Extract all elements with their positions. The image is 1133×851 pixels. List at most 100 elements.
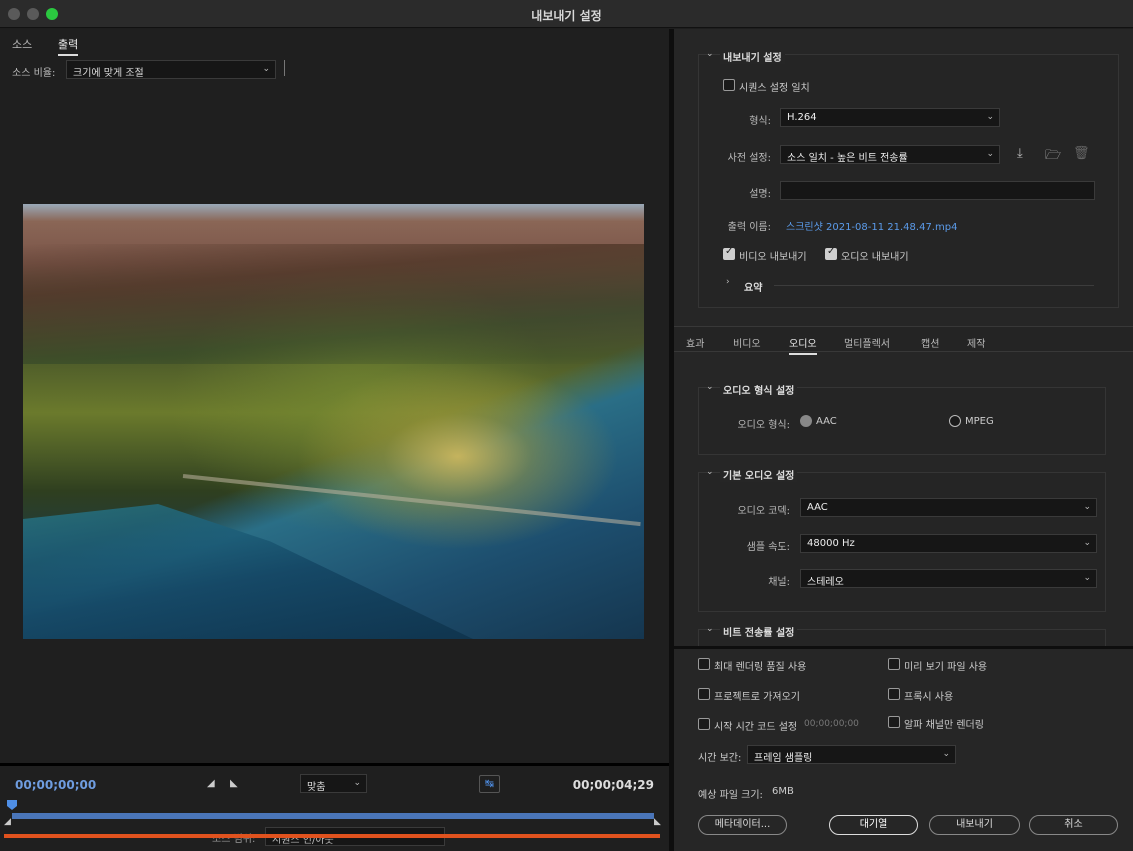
max-render-quality-label: 최대 렌더링 품질 사용: [714, 662, 807, 673]
out-point-handle[interactable]: ◣: [654, 817, 661, 827]
export-button[interactable]: 내보내기: [929, 815, 1020, 835]
chevron-down-icon[interactable]: ⌄: [706, 49, 714, 59]
tab-publish[interactable]: 제작: [967, 335, 985, 350]
output-name-link[interactable]: 스크린샷 2021-08-11 21.48.47.mp4: [786, 218, 957, 233]
tab-video[interactable]: 비디오: [733, 335, 761, 350]
channels-label: 채널:: [768, 577, 790, 588]
aac-radio[interactable]: [800, 415, 812, 427]
summary-label[interactable]: 요약: [744, 279, 762, 294]
estimated-size-label: 예상 파일 크기:: [698, 790, 763, 801]
settings-panel: ⌄ 내보내기 설정 시퀀스 설정 일치 형식: H.264 ⌄ 사전 설정: 소…: [674, 29, 1133, 851]
tab-multiplexer[interactable]: 멀티플렉서: [844, 335, 890, 350]
window-titlebar: 내보내기 설정: [0, 0, 1133, 28]
comments-input[interactable]: [780, 181, 1095, 200]
metadata-button[interactable]: 메타데이터...: [698, 815, 787, 835]
sample-rate-value: 48000 Hz: [807, 538, 855, 549]
export-video-label: 비디오 내보내기: [739, 252, 807, 263]
tab-effects[interactable]: 효과: [686, 335, 704, 350]
tab-captions[interactable]: 캡션: [921, 335, 939, 350]
import-into-project-checkbox[interactable]: [698, 688, 710, 700]
aac-radio-label: AAC: [816, 416, 837, 427]
audio-format-title: 오디오 형식 설정: [720, 382, 798, 397]
chevron-down-icon[interactable]: ⌄: [706, 382, 714, 392]
zoom-fit-select[interactable]: 맞춤 ⌄: [300, 774, 367, 793]
export-audio-label: 오디오 내보내기: [841, 252, 909, 263]
source-ratio-select[interactable]: 크기에 맞게 조절 ⌄: [66, 60, 276, 79]
chevron-down-icon: ⌄: [1083, 502, 1091, 512]
timeline-range-track[interactable]: [12, 813, 654, 819]
start-timecode-label: 시작 시간 코드 설정: [714, 722, 798, 733]
preview-mountains: [23, 244, 644, 364]
panel-divider-horizontal: [674, 646, 1133, 649]
preview-bridge: [182, 474, 641, 527]
toolbar-divider: [284, 60, 285, 76]
audio-codec-value: AAC: [807, 502, 828, 513]
output-name-label: 출력 이름:: [727, 222, 771, 233]
tab-source[interactable]: 소스: [12, 36, 32, 52]
match-sequence-label: 시퀀스 설정 일치: [739, 83, 810, 94]
audio-codec-select[interactable]: AAC ⌄: [800, 498, 1097, 517]
audio-format-section: ⌄ 오디오 형식 설정 오디오 형식: AAC MPEG: [698, 382, 1106, 455]
time-interpolation-value: 프레임 샘플링: [754, 753, 813, 764]
start-timecode-value[interactable]: 00;00;00;00: [804, 719, 859, 729]
preset-select[interactable]: 소스 일치 - 높은 비트 전송률 ⌄: [780, 145, 1000, 164]
chevron-down-icon: ⌄: [1083, 573, 1091, 583]
time-interpolation-label: 시간 보간:: [698, 753, 742, 764]
basic-audio-section: ⌄ 기본 오디오 설정 오디오 코덱: AAC ⌄ 샘플 속도: 48000 H…: [698, 467, 1106, 612]
use-proxies-checkbox[interactable]: [888, 688, 900, 700]
audio-codec-label: 오디오 코덱:: [737, 506, 790, 517]
settings-tabs: 효과 비디오 오디오 멀티플렉서 캡션 제작: [674, 326, 1133, 355]
export-audio-checkbox[interactable]: [825, 246, 837, 260]
save-preset-icon[interactable]: ⤓: [1017, 146, 1023, 161]
chevron-down-icon: ⌄: [986, 112, 994, 122]
playhead-handle[interactable]: [7, 800, 17, 810]
source-ratio-label: 소스 비율:: [12, 68, 56, 79]
use-previews-label: 미리 보기 파일 사용: [904, 662, 988, 673]
tab-output[interactable]: 출력: [58, 36, 79, 56]
render-alpha-checkbox[interactable]: [888, 716, 900, 728]
preview-sea: [23, 504, 473, 639]
max-render-quality-checkbox[interactable]: [698, 658, 710, 670]
mark-out-icon[interactable]: ◣: [230, 778, 238, 789]
trash-icon[interactable]: 🗑: [1073, 146, 1090, 161]
chevron-down-icon[interactable]: ⌄: [706, 467, 714, 477]
timeline-bar: 00;00;00;00 ◢ ◣ 맞춤 ⌄ ↹ 00;00;04;29 ◢ ◣ 소…: [0, 763, 669, 851]
chevron-down-icon[interactable]: ⌄: [706, 624, 714, 634]
match-sequence-checkbox[interactable]: [723, 79, 735, 91]
source-ratio-value: 크기에 맞게 조절: [73, 68, 144, 79]
mark-in-icon[interactable]: ◢: [207, 778, 215, 789]
preset-value: 소스 일치 - 높은 비트 전송률: [787, 153, 908, 164]
preview-panel: 소스 출력 소스 비율: 크기에 맞게 조절 ⌄ 00;00;00;00 ◢ ◣…: [0, 29, 669, 851]
cancel-button[interactable]: 취소: [1029, 815, 1118, 835]
queue-button[interactable]: 대기열: [829, 815, 918, 835]
export-settings-section: ⌄ 내보내기 설정 시퀀스 설정 일치 형식: H.264 ⌄ 사전 설정: 소…: [698, 49, 1119, 308]
import-preset-icon[interactable]: 🗁: [1045, 146, 1061, 168]
format-label: 형식:: [749, 116, 771, 127]
chevron-down-icon: ⌄: [353, 778, 361, 788]
bitrate-title: 비트 전송률 설정: [720, 624, 798, 639]
work-area-bar[interactable]: [4, 834, 660, 838]
window-title: 내보내기 설정: [531, 9, 602, 23]
import-into-project-label: 프로젝트로 가져오기: [714, 692, 800, 703]
use-previews-checkbox[interactable]: [888, 658, 900, 670]
tab-audio[interactable]: 오디오: [789, 335, 817, 355]
channels-value: 스테레오: [807, 577, 844, 588]
mpeg-radio-label: MPEG: [965, 416, 994, 427]
start-timecode-checkbox[interactable]: [698, 718, 710, 730]
chevron-down-icon: ⌄: [262, 64, 270, 74]
sample-rate-select[interactable]: 48000 Hz ⌄: [800, 534, 1097, 553]
estimated-size-value: 6MB: [772, 786, 794, 797]
summary-divider: [774, 285, 1094, 286]
set-aspect-icon[interactable]: ↹: [479, 775, 500, 793]
use-proxies-label: 프록시 사용: [904, 692, 954, 703]
in-point-handle[interactable]: ◢: [4, 817, 11, 827]
channels-select[interactable]: 스테레오 ⌄: [800, 569, 1097, 588]
sample-rate-label: 샘플 속도:: [746, 542, 790, 553]
format-select[interactable]: H.264 ⌄: [780, 108, 1000, 127]
zoom-fit-value: 맞춤: [307, 782, 326, 793]
mpeg-radio[interactable]: [949, 415, 961, 427]
chevron-right-icon[interactable]: ›: [726, 277, 730, 287]
timecode-current[interactable]: 00;00;00;00: [15, 778, 96, 792]
export-video-checkbox[interactable]: [723, 246, 735, 260]
time-interpolation-select[interactable]: 프레임 샘플링 ⌄: [747, 745, 956, 764]
